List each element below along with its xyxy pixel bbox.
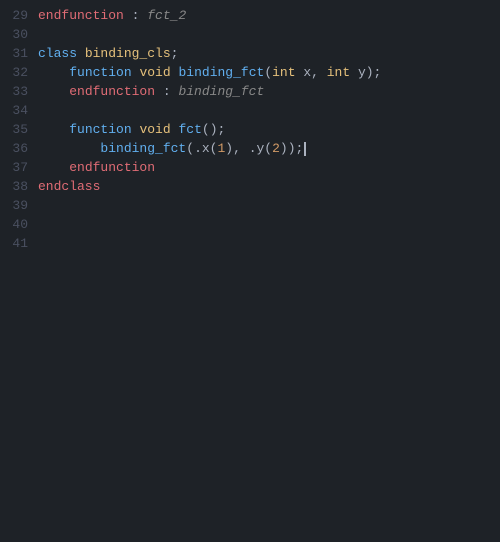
- line-number: 35: [0, 120, 28, 139]
- line-number: 29: [0, 6, 28, 25]
- line-numbers: 29 30 31 32 33 34 35 36 37 38 39 40 41: [0, 4, 38, 542]
- code-line-34: [38, 101, 500, 120]
- line-number: 41: [0, 234, 28, 253]
- code-line-37: endfunction: [38, 158, 500, 177]
- code-line-33: endfunction : binding_fct: [38, 82, 500, 101]
- line-number: 40: [0, 215, 28, 234]
- line-number: 38: [0, 177, 28, 196]
- line-number: 30: [0, 25, 28, 44]
- line-number: 34: [0, 101, 28, 120]
- code-line-38: endclass: [38, 177, 500, 196]
- code-line-39: [38, 196, 500, 215]
- line-number: 36: [0, 139, 28, 158]
- line-number: 32: [0, 63, 28, 82]
- line-number: 37: [0, 158, 28, 177]
- code-line-36: binding_fct(.x(1), .y(2));: [38, 139, 500, 158]
- code-line-30: [38, 25, 500, 44]
- code-editor: 29 30 31 32 33 34 35 36 37 38 39 40 41 e…: [0, 0, 500, 542]
- code-line-29: endfunction : fct_2: [38, 6, 500, 25]
- code-line-31: class binding_cls;: [38, 44, 500, 63]
- code-line-35: function void fct();: [38, 120, 500, 139]
- code-line-32: function void binding_fct(int x, int y);: [38, 63, 500, 82]
- code-line-40: [38, 215, 500, 234]
- code-content[interactable]: endfunction : fct_2 class binding_cls; f…: [38, 4, 500, 542]
- line-number: 39: [0, 196, 28, 215]
- line-number: 33: [0, 82, 28, 101]
- code-line-41: [38, 234, 500, 253]
- line-number: 31: [0, 44, 28, 63]
